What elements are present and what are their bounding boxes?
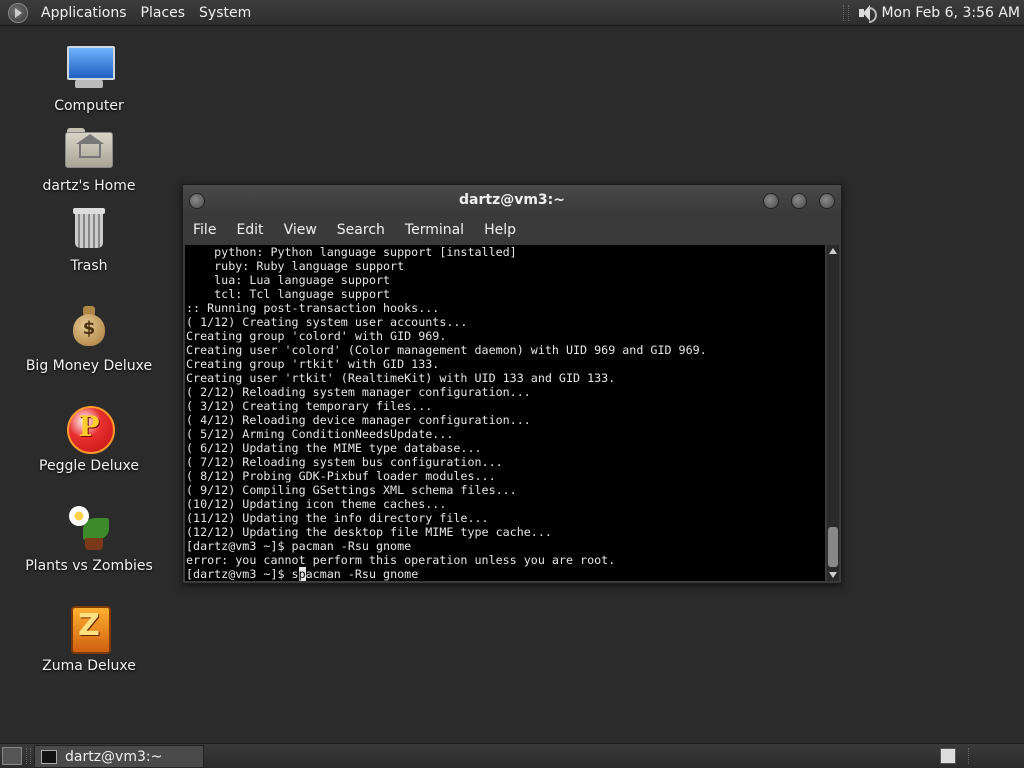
desktop-icon-plants-vs-zombies[interactable]: Plants vs Zombies xyxy=(14,504,164,574)
clock[interactable]: Mon Feb 6, 3:56 AM xyxy=(881,5,1020,21)
terminal-line: ( 4/12) Reloading device manager configu… xyxy=(186,413,531,427)
terminal-line: (10/12) Updating icon theme caches... xyxy=(186,497,447,511)
desktop-icon-label: Big Money Deluxe xyxy=(25,358,153,374)
terminal-output[interactable]: python: Python language support [install… xyxy=(185,245,825,581)
desktop-icon-home[interactable]: dartz's Home xyxy=(14,124,164,194)
minimize-icon[interactable] xyxy=(763,193,779,209)
desktop-icon-big-money[interactable]: $ Big Money Deluxe xyxy=(14,304,164,374)
terminal-text: python: Python language support [install… xyxy=(185,245,825,581)
desktop-icon-label: Peggle Deluxe xyxy=(39,458,139,474)
panel-tray: Mon Feb 6, 3:56 AM xyxy=(843,0,1024,25)
distro-logo-icon[interactable] xyxy=(8,2,28,23)
trash-icon xyxy=(65,204,113,252)
bottom-panel: dartz@vm3:~ xyxy=(0,743,1024,768)
panel-separator xyxy=(843,4,850,21)
terminal-line: ( 7/12) Reloading system bus configurati… xyxy=(186,455,503,469)
terminal-line: ( 8/12) Probing GDK-Pixbuf loader module… xyxy=(186,469,496,483)
terminal-menubar: File Edit View Search Terminal Help xyxy=(183,216,841,244)
panel-separator xyxy=(26,748,31,764)
menu-search[interactable]: Search xyxy=(327,222,395,238)
scroll-thumb[interactable] xyxy=(828,527,838,567)
terminal-scrollbar[interactable] xyxy=(827,245,839,581)
home-folder-icon xyxy=(65,124,113,172)
desktop-icon-computer[interactable]: Computer xyxy=(14,44,164,114)
close-icon[interactable] xyxy=(819,193,835,209)
scroll-up-icon[interactable] xyxy=(829,248,837,254)
panel-separator xyxy=(968,748,970,764)
terminal-line: (12/12) Updating the desktop file MIME t… xyxy=(186,525,552,539)
menu-view[interactable]: View xyxy=(274,222,327,238)
menu-applications[interactable]: Applications xyxy=(34,5,134,21)
terminal-line: [dartz@vm3 ~]$ pacman -Rsu gnome xyxy=(186,539,412,553)
terminal-lines: python: Python language support [install… xyxy=(186,245,707,567)
desktop-icon-trash[interactable]: Trash xyxy=(14,204,164,274)
zuma-icon: Z xyxy=(65,604,113,654)
terminal-title: dartz@vm3:~ xyxy=(459,192,565,208)
terminal-line: Creating user 'colord' (Color management… xyxy=(186,343,707,357)
terminal-prompt: [dartz@vm3 ~]$ s xyxy=(186,567,299,581)
terminal-line: error: you cannot perform this operation… xyxy=(186,553,616,567)
desktop-icon-zuma[interactable]: Z Zuma Deluxe xyxy=(14,604,164,674)
terminal-command: acman -Rsu gnome xyxy=(305,567,419,581)
terminal-line: ruby: Ruby language support xyxy=(214,259,405,273)
terminal-window[interactable]: dartz@vm3:~ File Edit View Search Termin… xyxy=(182,184,842,584)
workspace-switcher[interactable] xyxy=(940,748,956,764)
computer-icon xyxy=(65,44,115,92)
terminal-cursor: p xyxy=(298,567,306,581)
show-desktop-icon[interactable] xyxy=(2,747,22,765)
desktop-icon-peggle[interactable]: P Peggle Deluxe xyxy=(14,404,164,474)
desktop-icon-label: Plants vs Zombies xyxy=(25,558,153,574)
taskbar-window-button[interactable]: dartz@vm3:~ xyxy=(34,745,204,768)
window-menu-icon[interactable] xyxy=(189,193,205,209)
money-bag-icon: $ xyxy=(65,304,113,352)
top-panel: Applications Places System Mon Feb 6, 3:… xyxy=(0,0,1024,26)
menu-system[interactable]: System xyxy=(192,5,258,21)
terminal-line: python: Python language support [install… xyxy=(214,245,517,259)
terminal-titlebar[interactable]: dartz@vm3:~ xyxy=(183,185,841,216)
menu-help[interactable]: Help xyxy=(474,222,526,238)
terminal-line: lua: Lua language support xyxy=(214,273,391,287)
menu-terminal[interactable]: Terminal xyxy=(395,222,474,238)
terminal-line: ( 9/12) Compiling GSettings XML schema f… xyxy=(186,483,517,497)
peggle-icon: P xyxy=(65,404,115,454)
terminal-line: :: Running post-transaction hooks... xyxy=(186,301,440,315)
terminal-line: Creating user 'rtkit' (RealtimeKit) with… xyxy=(186,371,616,385)
terminal-icon xyxy=(41,749,57,764)
desktop-icon-label: dartz's Home xyxy=(42,178,136,194)
terminal-line: Creating group 'colord' with GID 969. xyxy=(186,329,447,343)
desktop-icon-label: Trash xyxy=(70,258,108,274)
maximize-icon[interactable] xyxy=(791,193,807,209)
terminal-line: ( 3/12) Creating temporary files... xyxy=(186,399,433,413)
menu-edit[interactable]: Edit xyxy=(226,222,273,238)
taskbar-window-label: dartz@vm3:~ xyxy=(65,748,163,765)
terminal-line: ( 5/12) Arming ConditionNeedsUpdate... xyxy=(186,427,454,441)
terminal-line: Creating group 'rtkit' with GID 133. xyxy=(186,357,440,371)
terminal-line: ( 6/12) Updating the MIME type database.… xyxy=(186,441,482,455)
plants-vs-zombies-icon xyxy=(65,504,113,552)
terminal-line: (11/12) Updating the info directory file… xyxy=(186,511,489,525)
desktop-icon-label: Computer xyxy=(54,98,124,114)
terminal-line: ( 2/12) Reloading system manager configu… xyxy=(186,385,531,399)
terminal-line: tcl: Tcl language support xyxy=(214,287,391,301)
desktop-icon-label: Zuma Deluxe xyxy=(42,658,136,674)
menu-places[interactable]: Places xyxy=(134,5,193,21)
terminal-line: ( 1/12) Creating system user accounts... xyxy=(186,315,468,329)
menu-file[interactable]: File xyxy=(183,222,226,238)
volume-icon[interactable] xyxy=(857,4,878,23)
scroll-down-icon[interactable] xyxy=(829,572,837,578)
